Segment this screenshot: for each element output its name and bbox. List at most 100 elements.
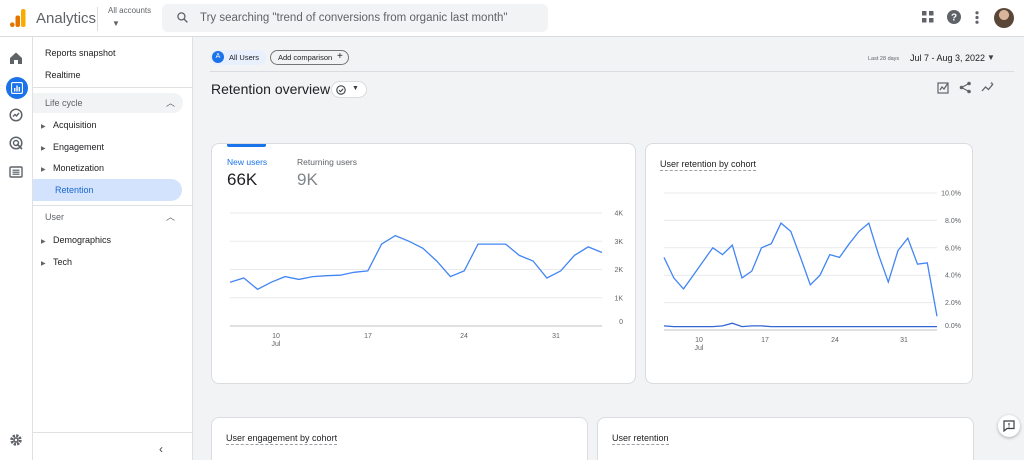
customize-report-icon[interactable] [937, 81, 950, 94]
x-tick-label: 24 [460, 333, 468, 340]
y-tick-label: 4K [614, 211, 623, 218]
nav-item-demographics[interactable]: ▶ Demographics [41, 235, 111, 245]
page-title: Retention overview [211, 81, 331, 97]
nav-realtime[interactable]: Realtime [45, 70, 81, 80]
series-line [229, 234, 603, 291]
y-tick-label: 6.0% [945, 245, 961, 252]
settings-gear-icon[interactable] [9, 433, 23, 447]
explore-icon[interactable] [9, 108, 23, 122]
y-tick-label: 8.0% [945, 218, 961, 225]
divider [33, 432, 193, 433]
x-tick-label: 10 [272, 333, 280, 340]
search-icon [177, 12, 188, 23]
app-title: Analytics [36, 10, 97, 27]
expand-arrow-icon: ▶ [41, 124, 46, 130]
divider [33, 87, 193, 88]
collapse-nav-chevron-left-icon[interactable]: ‹ [159, 442, 163, 456]
new-users-line-chart: 4K 3K 2K 1K 0 10Jul 17 24 31 [229, 211, 623, 348]
card-title[interactable]: User engagement by cohort [226, 433, 338, 445]
chevron-up-icon[interactable]: ︿ [166, 93, 175, 113]
nav-reports-snapshot[interactable]: Reports snapshot [45, 48, 116, 58]
search-input[interactable]: Try searching "trend of conversions from… [200, 12, 508, 24]
nav-item-acquisition[interactable]: ▶ Acquisition [41, 120, 97, 130]
segment-chip-all-users[interactable]: A All Users [210, 50, 266, 65]
nav-section-title: Life cycle [45, 98, 83, 108]
reports-rail-button[interactable] [6, 77, 28, 99]
avatar[interactable] [994, 8, 1014, 28]
caret-down-icon[interactable]: ▼ [987, 53, 995, 62]
series-line [663, 322, 937, 328]
y-tick-label: 2.0% [945, 300, 961, 307]
nav-item-label: Retention [55, 185, 94, 195]
divider [33, 205, 193, 206]
account-selector[interactable]: All accounts [108, 6, 151, 15]
retention-cohort-card: User retention by cohort 10.0% 8.0% 6.0% 4.… [645, 143, 973, 384]
check-circle-icon [336, 85, 346, 95]
home-icon[interactable] [9, 51, 23, 65]
reports-nav: Reports snapshot Realtime Life cycle ︿ ▶… [33, 37, 193, 460]
x-tick-label: 24 [831, 337, 839, 344]
top-bar: Analytics All accounts ▼ Try searching "… [0, 0, 1024, 37]
x-tick-sublabel: Jul [272, 341, 281, 348]
analytics-logo-icon[interactable] [10, 9, 26, 27]
segment-badge: A [212, 51, 224, 63]
expand-arrow-icon: ▶ [41, 146, 46, 152]
nav-section-lifecycle[interactable]: Life cycle ︿ [33, 93, 183, 113]
feedback-button[interactable] [998, 415, 1020, 437]
y-tick-label: 2K [614, 267, 623, 274]
expand-arrow-icon: ▶ [41, 261, 46, 267]
left-rail [0, 37, 33, 460]
y-tick-label: 1K [614, 295, 623, 302]
nav-section-title: User [45, 212, 65, 222]
segment-label: All Users [229, 53, 260, 62]
expand-arrow-icon: ▶ [41, 239, 46, 245]
advertising-icon[interactable] [9, 136, 23, 150]
nav-item-retention[interactable]: Retention [33, 179, 182, 201]
chevron-up-icon[interactable]: ︿ [166, 207, 175, 227]
insights-icon[interactable] [981, 81, 995, 94]
y-tick-label: 10.0% [941, 191, 961, 198]
expand-arrow-icon: ▶ [41, 167, 46, 173]
card-title[interactable]: User retention [612, 433, 669, 445]
x-tick-label: 17 [761, 337, 769, 344]
list-icon[interactable] [9, 165, 23, 179]
caret-down-icon: ▼ [352, 85, 359, 92]
nav-item-engagement[interactable]: ▶ Engagement [41, 142, 104, 152]
x-tick-label: 17 [364, 333, 372, 340]
help-icon[interactable]: ? [947, 10, 961, 24]
divider [97, 7, 98, 31]
nav-item-tech[interactable]: ▶ Tech [41, 257, 72, 267]
apps-grid-icon[interactable] [922, 11, 934, 23]
search-bar[interactable]: Try searching "trend of conversions from… [162, 4, 548, 32]
report-status-dropdown[interactable]: ▼ [331, 81, 367, 98]
svg-text:?: ? [951, 13, 957, 24]
nav-item-monetization[interactable]: ▶ Monetization [41, 163, 104, 173]
nav-item-label: Engagement [53, 142, 105, 152]
engagement-cohort-card: User engagement by cohort [211, 417, 588, 460]
user-retention-card: User retention [597, 417, 974, 460]
add-comparison-button[interactable]: Add comparison + [270, 50, 349, 65]
date-range-tag: Last 28 days [868, 56, 900, 62]
y-tick-label: 4.0% [945, 273, 961, 280]
feedback-icon [1003, 420, 1015, 432]
share-icon[interactable] [959, 81, 972, 94]
date-range-picker[interactable]: Jul 7 - Aug 3, 2022 [910, 53, 985, 63]
y-tick-label: 0.0% [945, 323, 961, 330]
nav-item-label: Demographics [53, 235, 112, 245]
nav-item-label: Acquisition [53, 120, 97, 130]
nav-item-label: Tech [53, 257, 73, 267]
nav-item-label: Monetization [53, 163, 105, 173]
add-comparison-label: Add comparison [278, 53, 333, 62]
caret-down-icon[interactable]: ▼ [112, 19, 120, 28]
x-tick-label: 10 [695, 337, 703, 344]
x-tick-label: 31 [552, 333, 560, 340]
plus-icon: + [337, 51, 343, 62]
y-tick-label: 3K [614, 239, 623, 246]
reports-icon [11, 82, 23, 94]
divider [210, 71, 1014, 72]
x-tick-sublabel: Jul [695, 345, 704, 352]
retention-cohort-line-chart: 10.0% 8.0% 6.0% 4.0% 2.0% 0.0% 10Jul 17 24 31 [663, 191, 961, 352]
users-chart-card: New users 66K Returning users 9K 4K 3K 2K 1… [211, 143, 636, 384]
nav-section-user[interactable]: User ︿ [33, 207, 183, 227]
more-vert-icon[interactable] [975, 11, 979, 24]
